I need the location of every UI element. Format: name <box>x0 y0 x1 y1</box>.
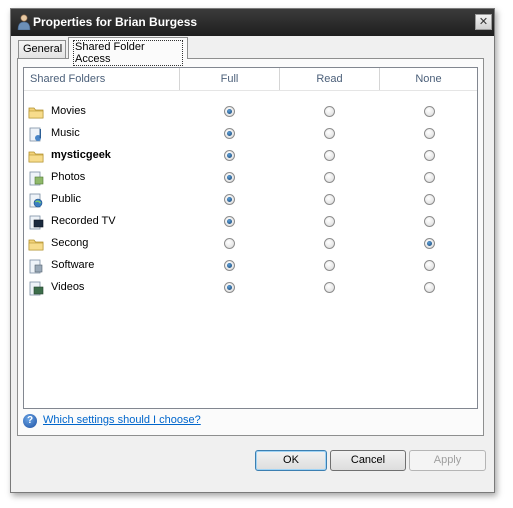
user-icon <box>17 14 31 30</box>
access-radio-full[interactable] <box>224 128 235 139</box>
access-radio-read[interactable] <box>324 216 335 227</box>
tab-general[interactable]: General <box>18 40 66 58</box>
properties-dialog: Properties for Brian Burgess ✕ General S… <box>10 8 495 493</box>
title-bar: Properties for Brian Burgess ✕ <box>11 9 494 36</box>
access-radio-read[interactable] <box>324 260 335 271</box>
access-radio-full[interactable] <box>224 194 235 205</box>
access-radio-none[interactable] <box>424 282 435 293</box>
access-radio-read[interactable] <box>324 106 335 117</box>
access-radio-read[interactable] <box>324 238 335 249</box>
access-radio-none[interactable] <box>424 172 435 183</box>
public-folder-icon <box>29 193 43 208</box>
window-title: Properties for Brian Burgess <box>33 15 198 29</box>
access-radio-none[interactable] <box>424 128 435 139</box>
apply-button[interactable]: Apply <box>409 450 486 471</box>
table-row[interactable]: Photos <box>24 167 477 189</box>
videos-folder-icon <box>29 281 44 296</box>
access-radio-full[interactable] <box>224 282 235 293</box>
help-link[interactable]: Which settings should I choose? <box>43 414 201 426</box>
tab-shared-folder-access-label: Shared Folder Access <box>73 40 183 66</box>
access-radio-read[interactable] <box>324 172 335 183</box>
table-row[interactable]: Recorded TV <box>24 211 477 233</box>
folder-name: Software <box>51 259 95 271</box>
folder-name: Public <box>51 193 81 205</box>
folder-name: Movies <box>51 105 86 117</box>
access-radio-full[interactable] <box>224 106 235 117</box>
cancel-button[interactable]: Cancel <box>330 450 406 471</box>
close-button[interactable]: ✕ <box>475 14 492 30</box>
shared-folders-list: Shared Folders Full Read None Movies Musi… <box>23 67 478 409</box>
table-row[interactable]: Movies <box>24 101 477 123</box>
list-header: Shared Folders Full Read None <box>24 68 477 91</box>
table-row[interactable]: Videos <box>24 277 477 299</box>
access-radio-none[interactable] <box>424 106 435 117</box>
ok-button[interactable]: OK <box>255 450 327 471</box>
access-radio-none[interactable] <box>424 238 435 249</box>
table-row[interactable]: Software <box>24 255 477 277</box>
music-folder-icon <box>29 127 41 142</box>
access-radio-read[interactable] <box>324 128 335 139</box>
tab-panel: Shared Folders Full Read None Movies Musi… <box>17 58 484 436</box>
column-header-full[interactable]: Full <box>180 68 280 90</box>
folder-name: mysticgeek <box>51 149 111 161</box>
folder-name: Recorded TV <box>51 215 116 227</box>
access-radio-none[interactable] <box>424 260 435 271</box>
access-radio-read[interactable] <box>324 150 335 161</box>
folder-icon <box>28 107 44 119</box>
access-radio-full[interactable] <box>224 172 235 183</box>
software-folder-icon <box>29 259 43 274</box>
access-radio-none[interactable] <box>424 216 435 227</box>
access-radio-read[interactable] <box>324 194 335 205</box>
table-row[interactable]: Secong <box>24 233 477 255</box>
folder-icon <box>28 239 44 251</box>
help-icon: ? <box>23 414 37 428</box>
folder-icon <box>28 151 44 163</box>
access-radio-full[interactable] <box>224 238 235 249</box>
tab-general-label: General <box>23 43 63 55</box>
column-header-shared-folders[interactable]: Shared Folders <box>24 68 180 90</box>
photos-folder-icon <box>29 171 44 186</box>
access-radio-full[interactable] <box>224 216 235 227</box>
access-radio-full[interactable] <box>224 260 235 271</box>
access-radio-read[interactable] <box>324 282 335 293</box>
tv-folder-icon <box>29 215 44 230</box>
column-header-none[interactable]: None <box>380 68 477 90</box>
table-row[interactable]: Public <box>24 189 477 211</box>
column-header-read[interactable]: Read <box>280 68 380 90</box>
folder-name: Secong <box>51 237 89 249</box>
access-radio-none[interactable] <box>424 194 435 205</box>
access-radio-full[interactable] <box>224 150 235 161</box>
folder-name: Photos <box>51 171 86 183</box>
tab-shared-folder-access[interactable]: Shared Folder Access <box>68 37 188 66</box>
table-row[interactable]: Music <box>24 123 477 145</box>
table-row[interactable]: mysticgeek <box>24 145 477 167</box>
folder-name: Videos <box>51 281 85 293</box>
access-radio-none[interactable] <box>424 150 435 161</box>
folder-name: Music <box>51 127 80 139</box>
